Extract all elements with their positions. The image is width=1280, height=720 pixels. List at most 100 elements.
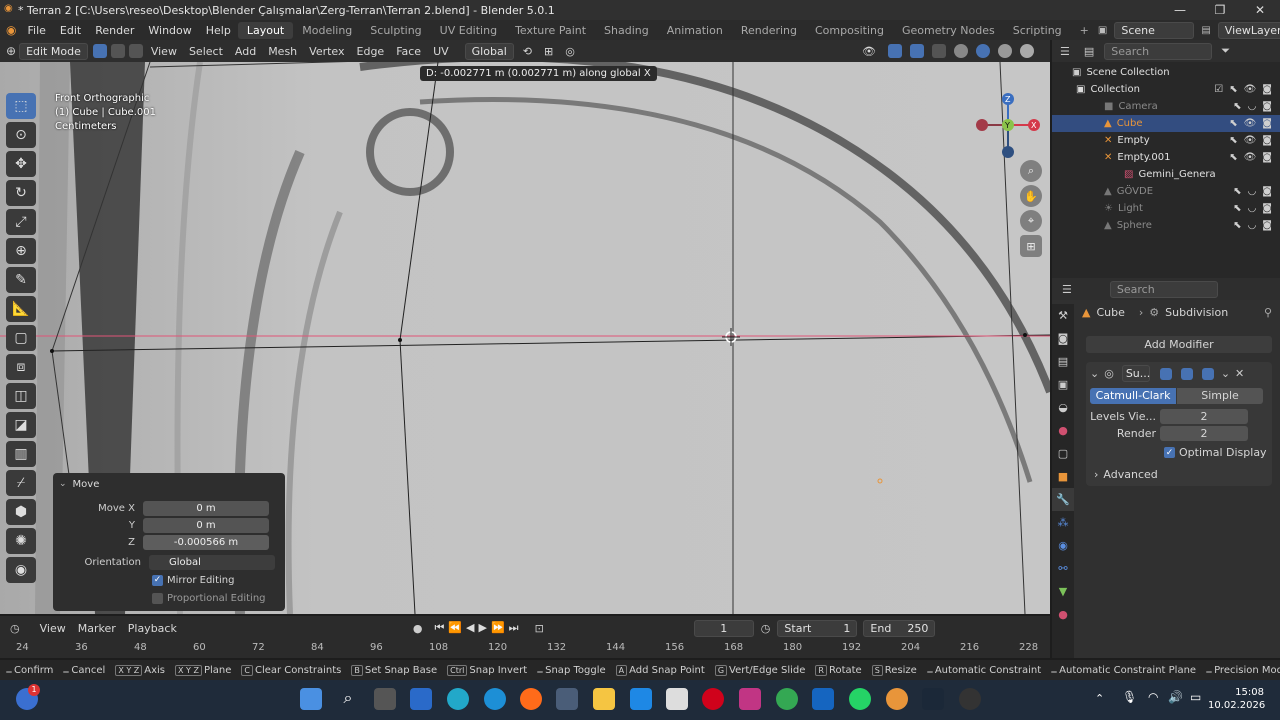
clock[interactable]: 15:08 10.02.2026 — [1208, 686, 1265, 712]
exclude-checkbox-icon[interactable]: ☑ — [1214, 84, 1223, 95]
viewport-menu-face[interactable]: Face — [390, 45, 427, 58]
auto-keying-icon[interactable]: ● — [413, 622, 423, 635]
pin-icon[interactable]: ⚲ — [1264, 306, 1272, 319]
move-x-field[interactable]: 0 m — [143, 500, 269, 516]
app-alt-icon[interactable] — [959, 688, 981, 710]
select-arrow-icon[interactable]: ⬉ — [1233, 101, 1241, 112]
advanced-chevron-icon[interactable]: › — [1094, 468, 1098, 481]
render-camera-icon[interactable]: ◙ — [1262, 118, 1272, 129]
vscode-icon[interactable] — [447, 688, 469, 710]
steam-icon[interactable] — [922, 688, 944, 710]
snap-icon[interactable]: ⊞ — [538, 45, 559, 58]
timeline-ruler[interactable]: 24 36 48 60 72 84 96 108 120 132 144 156 168 180 192 20… — [0, 640, 1050, 656]
blender-taskbar-icon[interactable] — [886, 688, 908, 710]
move-y-field[interactable]: 0 m — [143, 517, 269, 533]
object-tab-icon[interactable]: ■ — [1052, 465, 1074, 488]
blender-menu-icon[interactable]: ◉ — [6, 23, 16, 37]
menu-window[interactable]: Window — [141, 24, 198, 37]
render-camera-icon[interactable]: ◙ — [1262, 101, 1272, 112]
app-icon[interactable] — [630, 688, 652, 710]
store-bag-icon[interactable] — [666, 688, 688, 710]
eye-icon[interactable]: 👁 — [1244, 152, 1257, 163]
timeline-menu-view[interactable]: View — [34, 622, 72, 635]
select-arrow-icon[interactable]: ⬉ — [1229, 152, 1237, 163]
timeline-menu-playback[interactable]: Playback — [122, 622, 183, 635]
render-tab-icon[interactable]: ◙ — [1052, 327, 1074, 350]
pan-hand-icon[interactable]: ✋ — [1020, 185, 1042, 207]
modifier-collapse-chevron-icon[interactable]: ⌄ — [1090, 367, 1099, 380]
tab-rendering[interactable]: Rendering — [732, 24, 806, 37]
edit-mode-toggle-icon[interactable] — [1159, 367, 1172, 380]
bevel-tool-icon[interactable]: ◪ — [6, 412, 36, 438]
add-workspace-button[interactable]: + — [1071, 24, 1098, 37]
gizmo-toggle-icon[interactable] — [888, 44, 902, 58]
viewport-menu-uv[interactable]: UV — [427, 45, 455, 58]
viewport-menu-edge[interactable]: Edge — [351, 45, 391, 58]
add-modifier-button[interactable]: Add Modifier — [1086, 336, 1272, 353]
pivot-icon[interactable]: ⟲ — [517, 45, 538, 58]
transform-orientation-dropdown[interactable]: Global — [464, 42, 514, 60]
cursor-tool-icon[interactable]: ⊙ — [6, 122, 36, 148]
select-arrow-icon[interactable]: ⬉ — [1229, 84, 1237, 95]
loop-cut-tool-icon[interactable]: ▥ — [6, 441, 36, 467]
filter-icon[interactable]: ⏷ — [1221, 44, 1230, 58]
ortho-toggle-icon[interactable]: ⊞ — [1020, 235, 1042, 257]
scene-selector[interactable]: Scene — [1114, 21, 1195, 39]
wireframe-shading-icon[interactable] — [954, 44, 968, 58]
mode-selector[interactable]: Edit Mode — [19, 42, 88, 60]
playback-controls[interactable]: ⏮⏪◀▶⏩⏭ — [434, 621, 522, 635]
move-panel-title[interactable]: Move — [73, 479, 100, 490]
world-tab-icon[interactable]: ● — [1052, 419, 1074, 442]
file-explorer-icon[interactable] — [593, 688, 615, 710]
tool-tab-icon[interactable]: ⚒ — [1052, 304, 1074, 327]
properties-editor-icon[interactable]: ☰ — [1062, 283, 1072, 296]
system-tray-chevron-icon[interactable]: ⌃ — [1095, 692, 1104, 705]
tab-geometry-nodes[interactable]: Geometry Nodes — [893, 24, 1004, 37]
maximize-button[interactable]: ❐ — [1200, 3, 1240, 17]
tab-animation[interactable]: Animation — [658, 24, 732, 37]
inset-tool-icon[interactable]: ◫ — [6, 383, 36, 409]
xray-toggle-icon[interactable] — [932, 44, 946, 58]
render-camera-icon[interactable]: ◙ — [1262, 186, 1272, 197]
viewport-menu-view[interactable]: View — [145, 45, 183, 58]
microphone-icon[interactable]: 🎙 — [1122, 690, 1137, 704]
move-tool-icon[interactable]: ✥ — [6, 151, 36, 177]
scale-tool-icon[interactable]: ⤢ — [6, 209, 36, 235]
wifi-icon[interactable]: ◠ — [1148, 690, 1158, 704]
properties-search-input[interactable]: Search — [1109, 280, 1218, 298]
outliner-item-camera[interactable]: Camera — [1118, 101, 1157, 112]
menu-file[interactable]: File — [20, 24, 52, 37]
eye-icon[interactable]: 👁 — [1244, 84, 1257, 95]
outliner-item-cube[interactable]: Cube — [1117, 118, 1143, 129]
tab-compositing[interactable]: Compositing — [806, 24, 893, 37]
mail-icon[interactable] — [812, 688, 834, 710]
outliner-search-input[interactable]: Search — [1104, 42, 1213, 60]
overlay-toggle-icon[interactable] — [910, 44, 924, 58]
render-camera-icon[interactable]: ◙ — [1262, 84, 1272, 95]
proportional-edit-icon[interactable]: ◎ — [559, 45, 581, 58]
outliner-collection[interactable]: Collection — [1090, 84, 1139, 95]
collapse-chevron-icon[interactable]: ⌄ — [59, 479, 67, 489]
scene-tab-icon[interactable]: ◒ — [1052, 396, 1074, 419]
render-toggle-icon[interactable] — [1201, 367, 1214, 380]
material-shading-icon[interactable] — [998, 44, 1012, 58]
select-box-tool-icon[interactable]: ⬚ — [6, 93, 36, 119]
levels-viewport-field[interactable]: 2 — [1160, 409, 1248, 424]
outliner-item-light[interactable]: Light — [1118, 203, 1143, 214]
simple-button[interactable]: Simple — [1177, 388, 1263, 404]
camera-view-icon[interactable]: ⌖ — [1020, 210, 1042, 232]
select-arrow-icon[interactable]: ⬉ — [1229, 118, 1237, 129]
instagram-icon[interactable] — [739, 688, 761, 710]
edge-select-icon[interactable] — [110, 44, 125, 58]
current-frame-field[interactable]: 1 — [693, 619, 754, 637]
select-arrow-icon[interactable]: ⬉ — [1229, 135, 1237, 146]
knife-tool-icon[interactable]: ⌿ — [6, 470, 36, 496]
eye-icon[interactable]: 👁 — [1244, 118, 1257, 129]
outliner-item-empty[interactable]: Empty — [1117, 135, 1149, 146]
volume-icon[interactable]: 🔊 — [1168, 690, 1183, 704]
tab-layout[interactable]: Layout — [237, 21, 294, 39]
solid-shading-icon[interactable] — [976, 44, 990, 58]
advanced-section[interactable]: Advanced — [1103, 468, 1157, 481]
collection-tab-icon[interactable]: ▢ — [1052, 442, 1074, 465]
search-icon[interactable]: ⌕ — [337, 688, 359, 710]
